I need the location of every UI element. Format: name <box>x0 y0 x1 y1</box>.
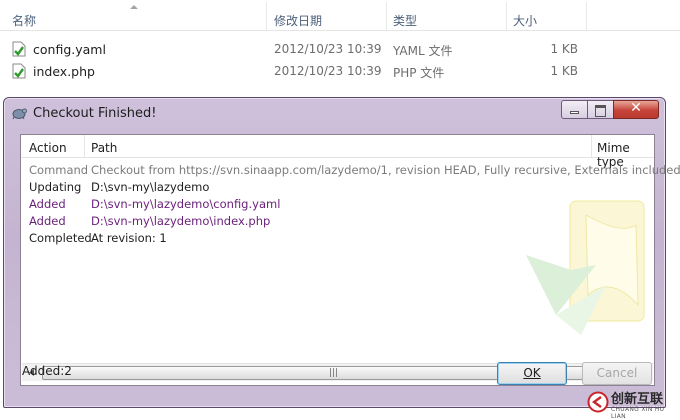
column-divider[interactable] <box>591 135 592 157</box>
log-path: D:\svn-my\lazydemo <box>91 180 210 194</box>
close-icon: ✕ <box>630 100 642 116</box>
minimize-button[interactable] <box>561 100 588 119</box>
file-type: PHP 文件 <box>393 66 445 80</box>
file-type: YAML 文件 <box>393 44 453 58</box>
column-header-bar: 名称 修改日期 类型 大小 <box>0 0 680 31</box>
log-action: Completed <box>29 231 92 245</box>
log-action: Command <box>29 163 89 177</box>
php-file-icon <box>12 63 26 79</box>
dialog-title: Checkout Finished! <box>33 106 157 121</box>
dialog-titlebar[interactable]: Checkout Finished! ✕ <box>4 98 665 128</box>
file-date: 2012/10/23 10:39 <box>274 42 382 56</box>
tortoise-svn-icon <box>12 108 27 120</box>
log-path: D:\svn-my\lazydemo\index.php <box>91 214 271 228</box>
ok-button-label: OK <box>523 366 541 380</box>
log-row[interactable]: Command Checkout from https://svn.sinaap… <box>21 161 680 178</box>
cancel-button-label: Cancel <box>596 366 638 380</box>
file-row[interactable]: index.php 2012/10/23 10:39 PHP 文件 1 KB <box>0 61 680 83</box>
scroll-grip-icon: ||| <box>329 368 339 378</box>
status-summary: Added:2 <box>22 364 72 378</box>
file-size: 1 KB <box>550 42 578 56</box>
log-action: Added <box>29 197 66 211</box>
log-action: Updating <box>29 180 82 194</box>
log-row[interactable]: Added D:\svn-my\lazydemo\index.php <box>21 212 654 229</box>
sort-ascending-icon <box>130 5 138 9</box>
log-row[interactable]: Added D:\svn-my\lazydemo\config.yaml <box>21 195 654 212</box>
column-type-header[interactable]: 类型 <box>393 12 417 29</box>
action-column-header[interactable]: Action <box>29 141 67 155</box>
close-button[interactable]: ✕ <box>613 100 659 119</box>
file-size: 1 KB <box>550 64 578 78</box>
column-name-header[interactable]: 名称 <box>12 12 36 29</box>
brand-logo-mark-icon <box>587 391 609 413</box>
column-divider[interactable] <box>386 2 387 30</box>
file-name: index.php <box>33 64 95 79</box>
column-divider[interactable] <box>586 2 587 30</box>
file-explorer-list: 名称 修改日期 类型 大小 config.yaml 2012/10/23 10:… <box>0 0 680 96</box>
checkout-log-list[interactable]: Action Path Mime type Command Checkout f… <box>20 134 680 386</box>
ok-button[interactable]: OK <box>497 362 567 385</box>
log-row[interactable]: Updating D:\svn-my\lazydemo <box>21 178 654 195</box>
file-row[interactable]: config.yaml 2012/10/23 10:39 YAML 文件 1 K… <box>0 39 680 61</box>
brand-name: 创新互联 <box>611 392 664 407</box>
checkout-finished-dialog: Checkout Finished! ✕ Action Path Mime ty… <box>3 97 680 408</box>
log-path: Checkout from https://svn.sinaapp.com/la… <box>91 163 680 177</box>
log-path: At revision: 1 <box>91 231 167 245</box>
path-column-header[interactable]: Path <box>91 141 117 155</box>
column-date-header[interactable]: 修改日期 <box>274 12 322 29</box>
cancel-button[interactable]: Cancel <box>582 362 652 385</box>
column-divider[interactable] <box>266 2 267 30</box>
log-list-header: Action Path Mime type <box>21 135 654 169</box>
log-row[interactable]: Completed At revision: 1 <box>21 229 654 246</box>
brand-tagline: CHUANG XIN HU LIAN <box>611 406 665 420</box>
brand-logo: 创新互联 CHUANG XIN HU LIAN <box>585 386 680 420</box>
file-name: config.yaml <box>33 42 106 57</box>
column-size-header[interactable]: 大小 <box>513 12 537 29</box>
log-path: D:\svn-my\lazydemo\config.yaml <box>91 197 281 211</box>
file-date: 2012/10/23 10:39 <box>274 64 382 78</box>
log-action: Added <box>29 214 66 228</box>
maximize-button[interactable] <box>587 100 614 119</box>
yaml-file-icon <box>12 41 26 57</box>
column-divider[interactable] <box>84 135 85 157</box>
column-divider[interactable] <box>506 2 507 30</box>
